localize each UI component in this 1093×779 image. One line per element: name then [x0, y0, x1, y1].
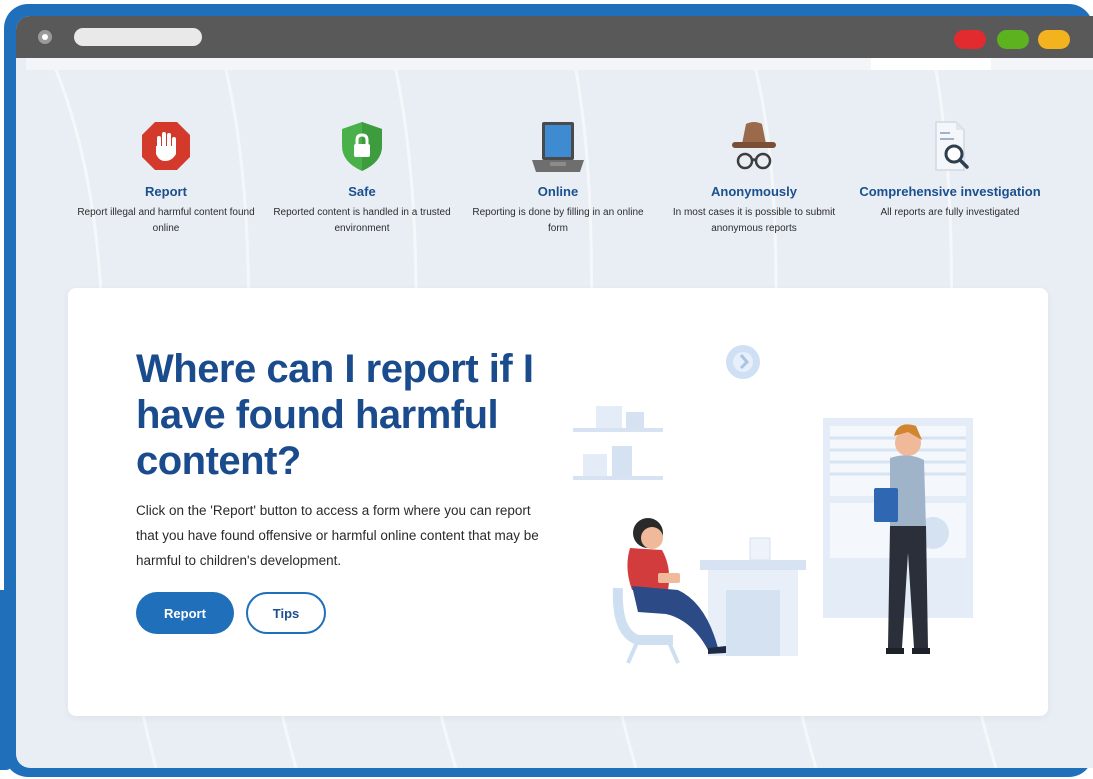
feature-anonymously: Anonymously In most cases it is possible…: [659, 116, 849, 237]
feature-title: Anonymously: [711, 184, 797, 199]
feature-title: Report: [145, 184, 187, 199]
hero-illustration: [573, 345, 973, 664]
browser-window: Report Report illegal and harmful conten…: [16, 16, 1093, 768]
document-search-icon: [920, 116, 980, 176]
tips-button[interactable]: Tips: [246, 592, 326, 634]
feature-online: Online Reporting is done by filling in a…: [463, 116, 653, 237]
shelf: [573, 428, 663, 432]
feature-report: Report Report illegal and harmful conten…: [71, 116, 261, 237]
feature-description: Report illegal and harmful content found…: [77, 207, 255, 234]
report-button[interactable]: Report: [136, 592, 234, 634]
feature-investigation: Comprehensive investigation All reports …: [855, 116, 1045, 221]
close-window-button[interactable]: [954, 30, 986, 49]
feature-description: Reporting is done by filling in an onlin…: [472, 207, 644, 234]
shield-lock-icon: [332, 116, 392, 176]
feature-title: Comprehensive investigation: [859, 184, 1041, 199]
hero-headline: Where can I report if I have found harmf…: [136, 347, 534, 483]
browser-menu-icon[interactable]: [38, 30, 52, 44]
toolbar-tab: [871, 58, 991, 70]
browser-titlebar: [16, 16, 1093, 58]
feature-title: Safe: [348, 184, 376, 199]
hat-glasses-icon: [724, 116, 784, 176]
maximize-window-button[interactable]: [997, 30, 1029, 49]
frame-edge: [0, 590, 12, 770]
address-bar[interactable]: [74, 28, 202, 46]
hero-card: Where can I report if I have found harmf…: [68, 288, 1048, 716]
hero-description: Click on the 'Report' button to access a…: [136, 503, 539, 568]
laptop-icon: [528, 116, 588, 176]
feature-description: Reported content is handled in a trusted…: [273, 207, 451, 234]
minimize-window-button[interactable]: [1038, 30, 1070, 49]
feature-title: Online: [537, 184, 579, 199]
feature-description: In most cases it is possible to submit a…: [672, 207, 836, 234]
stop-hand-icon: [136, 116, 196, 176]
feature-description: All reports are fully investigated: [880, 207, 1020, 218]
shelf: [573, 476, 663, 480]
feature-safe: Safe Reported content is handled in a tr…: [267, 116, 457, 237]
